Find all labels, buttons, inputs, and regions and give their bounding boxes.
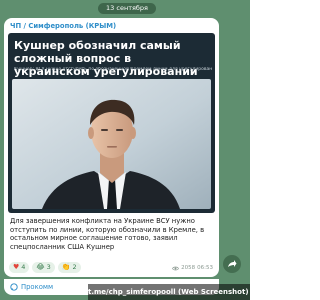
message-meta: 2058 06:53 xyxy=(172,264,213,272)
media-subline: Кушнер: ВСУ нужно отступить по обозначен… xyxy=(14,67,212,72)
eye-icon xyxy=(172,266,180,270)
message-media[interactable]: Кушнер обозначил самый сложный вопрос в … xyxy=(8,33,215,213)
message-caption: Для завершения конфликта на Украине ВСУ … xyxy=(10,217,205,251)
date-separator: 13 сентября xyxy=(98,3,156,14)
message-time: 06:53 xyxy=(197,265,213,271)
forward-button[interactable] xyxy=(223,255,241,273)
clapping-hands-icon: 👏 xyxy=(61,263,71,271)
reaction-laugh[interactable]: 😂 3 xyxy=(32,262,55,273)
forward-icon xyxy=(228,260,237,267)
message-bubble[interactable]: ЧП / Симферополь (КРЫМ) Кушнер обозначил… xyxy=(4,18,219,277)
reactions-row: ♥ 4 😂 3 👏 2 xyxy=(9,262,81,273)
reaction-clap[interactable]: 👏 2 xyxy=(57,262,81,273)
source-watermark: t.me/chp_simferopooll (Web Screenshot) xyxy=(88,284,250,300)
laughing-face-icon: 😂 xyxy=(36,263,45,271)
news-photo xyxy=(12,79,211,209)
reaction-heart[interactable]: ♥ 4 xyxy=(9,262,30,273)
reaction-count: 2 xyxy=(72,263,77,271)
channel-name[interactable]: ЧП / Симферополь (КРЫМ) xyxy=(10,22,116,30)
comment-icon xyxy=(10,283,18,291)
reaction-count: 4 xyxy=(21,263,26,271)
chat-background: 13 сентября ЧП / Симферополь (КРЫМ) Кушн… xyxy=(0,0,250,300)
heart-icon: ♥ xyxy=(13,263,20,271)
comments-label[interactable]: Прокомм xyxy=(21,282,53,292)
views-count: 2058 xyxy=(181,265,196,271)
reaction-count: 3 xyxy=(46,263,51,271)
